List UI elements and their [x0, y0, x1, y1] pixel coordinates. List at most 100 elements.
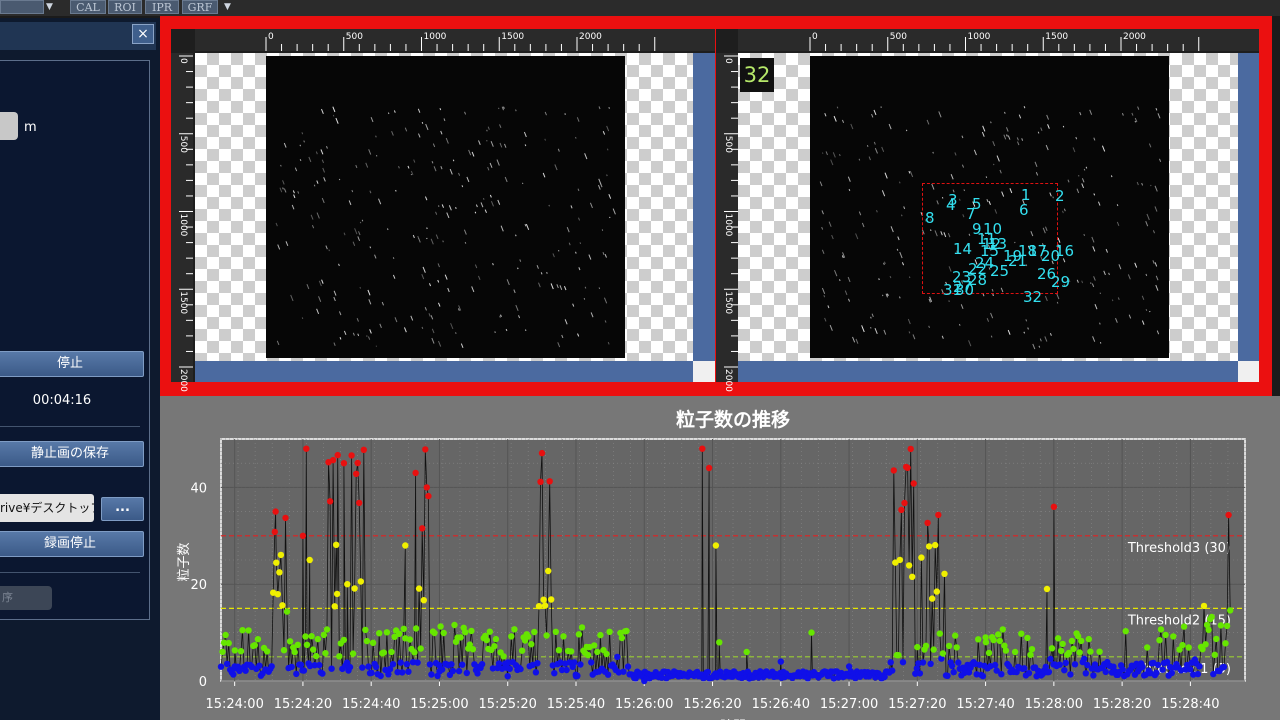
data-point — [333, 541, 340, 548]
tab-grf[interactable]: GRF — [182, 0, 218, 14]
tab-ipr[interactable]: IPR — [145, 0, 179, 14]
data-point — [895, 652, 902, 659]
data-point — [415, 585, 423, 592]
data-point — [597, 631, 604, 639]
browse-button[interactable]: ... — [101, 497, 144, 521]
data-point — [1048, 645, 1056, 652]
data-point — [363, 637, 371, 645]
horizontal-ruler — [195, 29, 715, 51]
data-point — [348, 452, 355, 459]
data-point — [537, 478, 544, 485]
horizontal-scrollbar[interactable] — [738, 361, 1238, 382]
data-point — [468, 627, 475, 635]
data-point — [397, 659, 404, 666]
data-point — [277, 551, 285, 559]
close-icon[interactable]: × — [132, 24, 154, 44]
distance-input[interactable] — [0, 112, 18, 140]
data-point — [1102, 668, 1109, 676]
data-point — [451, 621, 458, 629]
stop-button[interactable]: 停止 — [0, 351, 144, 377]
data-point — [457, 634, 464, 641]
data-point — [402, 542, 409, 549]
data-point — [486, 628, 493, 635]
data-point — [256, 662, 263, 669]
data-point — [975, 636, 982, 643]
toolbar-dropdown[interactable] — [0, 0, 44, 14]
horizontal-scrollbar[interactable] — [195, 361, 693, 382]
data-point — [426, 661, 434, 668]
dropdown-arrow-icon[interactable]: ▼ — [46, 2, 53, 12]
data-point — [990, 636, 997, 644]
data-point — [991, 661, 999, 669]
data-point — [620, 668, 627, 675]
data-point — [346, 663, 354, 671]
data-point — [1157, 626, 1165, 633]
data-point — [1227, 607, 1234, 614]
x-tick-label: 15:28:40 — [1161, 697, 1219, 712]
data-point — [704, 668, 712, 676]
data-point — [420, 597, 427, 604]
data-point — [574, 672, 581, 679]
data-point — [230, 671, 237, 678]
data-point — [588, 659, 595, 666]
data-point — [919, 659, 927, 666]
data-point — [1076, 649, 1083, 656]
save-path-field[interactable]: rive¥デスクトップ — [0, 494, 94, 522]
data-point — [930, 646, 937, 653]
x-tick-label: 15:26:00 — [615, 697, 673, 712]
vertical-ruler — [171, 53, 193, 382]
data-point — [511, 626, 518, 633]
data-point — [449, 667, 457, 675]
data-point — [1085, 635, 1092, 643]
data-point — [898, 506, 905, 513]
data-point — [280, 647, 288, 654]
toolbar-overflow-icon[interactable]: ▼ — [224, 2, 231, 12]
data-point — [551, 670, 558, 677]
data-point — [1211, 651, 1219, 658]
data-point — [531, 628, 538, 636]
data-point — [1096, 648, 1103, 655]
save-still-image-button[interactable]: 静止画の保存 — [0, 441, 144, 467]
data-point — [310, 646, 317, 653]
x-tick-label: 15:24:00 — [205, 697, 263, 712]
vertical-scrollbar[interactable] — [693, 53, 715, 361]
data-point — [904, 464, 911, 471]
data-point — [953, 644, 960, 651]
tab-roi[interactable]: ROI — [108, 0, 142, 14]
data-point — [575, 631, 583, 638]
y-tick-label: 40 — [190, 481, 207, 496]
data-point — [614, 653, 621, 661]
data-point — [518, 647, 526, 654]
data-point — [535, 603, 543, 610]
data-point — [571, 659, 578, 666]
data-point — [1162, 631, 1169, 639]
data-point — [939, 650, 947, 657]
data-point — [320, 631, 328, 639]
data-point — [303, 445, 310, 452]
stop-recording-button[interactable]: 録画停止 — [0, 531, 144, 557]
data-point — [1179, 641, 1186, 649]
data-point — [294, 641, 301, 648]
particle-id-label: 14 — [953, 240, 973, 258]
data-point — [604, 671, 612, 678]
data-point — [377, 672, 384, 680]
x-tick-label: 15:28:00 — [1025, 697, 1083, 712]
data-point — [1153, 669, 1160, 676]
tab-cal[interactable]: CAL — [70, 0, 106, 14]
particle-count-badge: 32 — [740, 58, 774, 92]
data-point — [353, 470, 360, 477]
data-point — [272, 508, 279, 515]
data-point — [808, 629, 815, 636]
vertical-scrollbar[interactable] — [1238, 53, 1259, 361]
data-point — [349, 650, 357, 657]
data-point — [313, 652, 320, 660]
data-point — [982, 639, 990, 646]
particle-id-label: 29 — [1051, 273, 1071, 291]
data-point — [777, 658, 784, 665]
data-point — [1068, 637, 1076, 645]
data-point — [918, 554, 925, 561]
data-point — [1200, 602, 1208, 610]
data-point — [340, 460, 348, 467]
horizontal-ruler — [738, 29, 1259, 51]
data-point — [504, 673, 511, 680]
